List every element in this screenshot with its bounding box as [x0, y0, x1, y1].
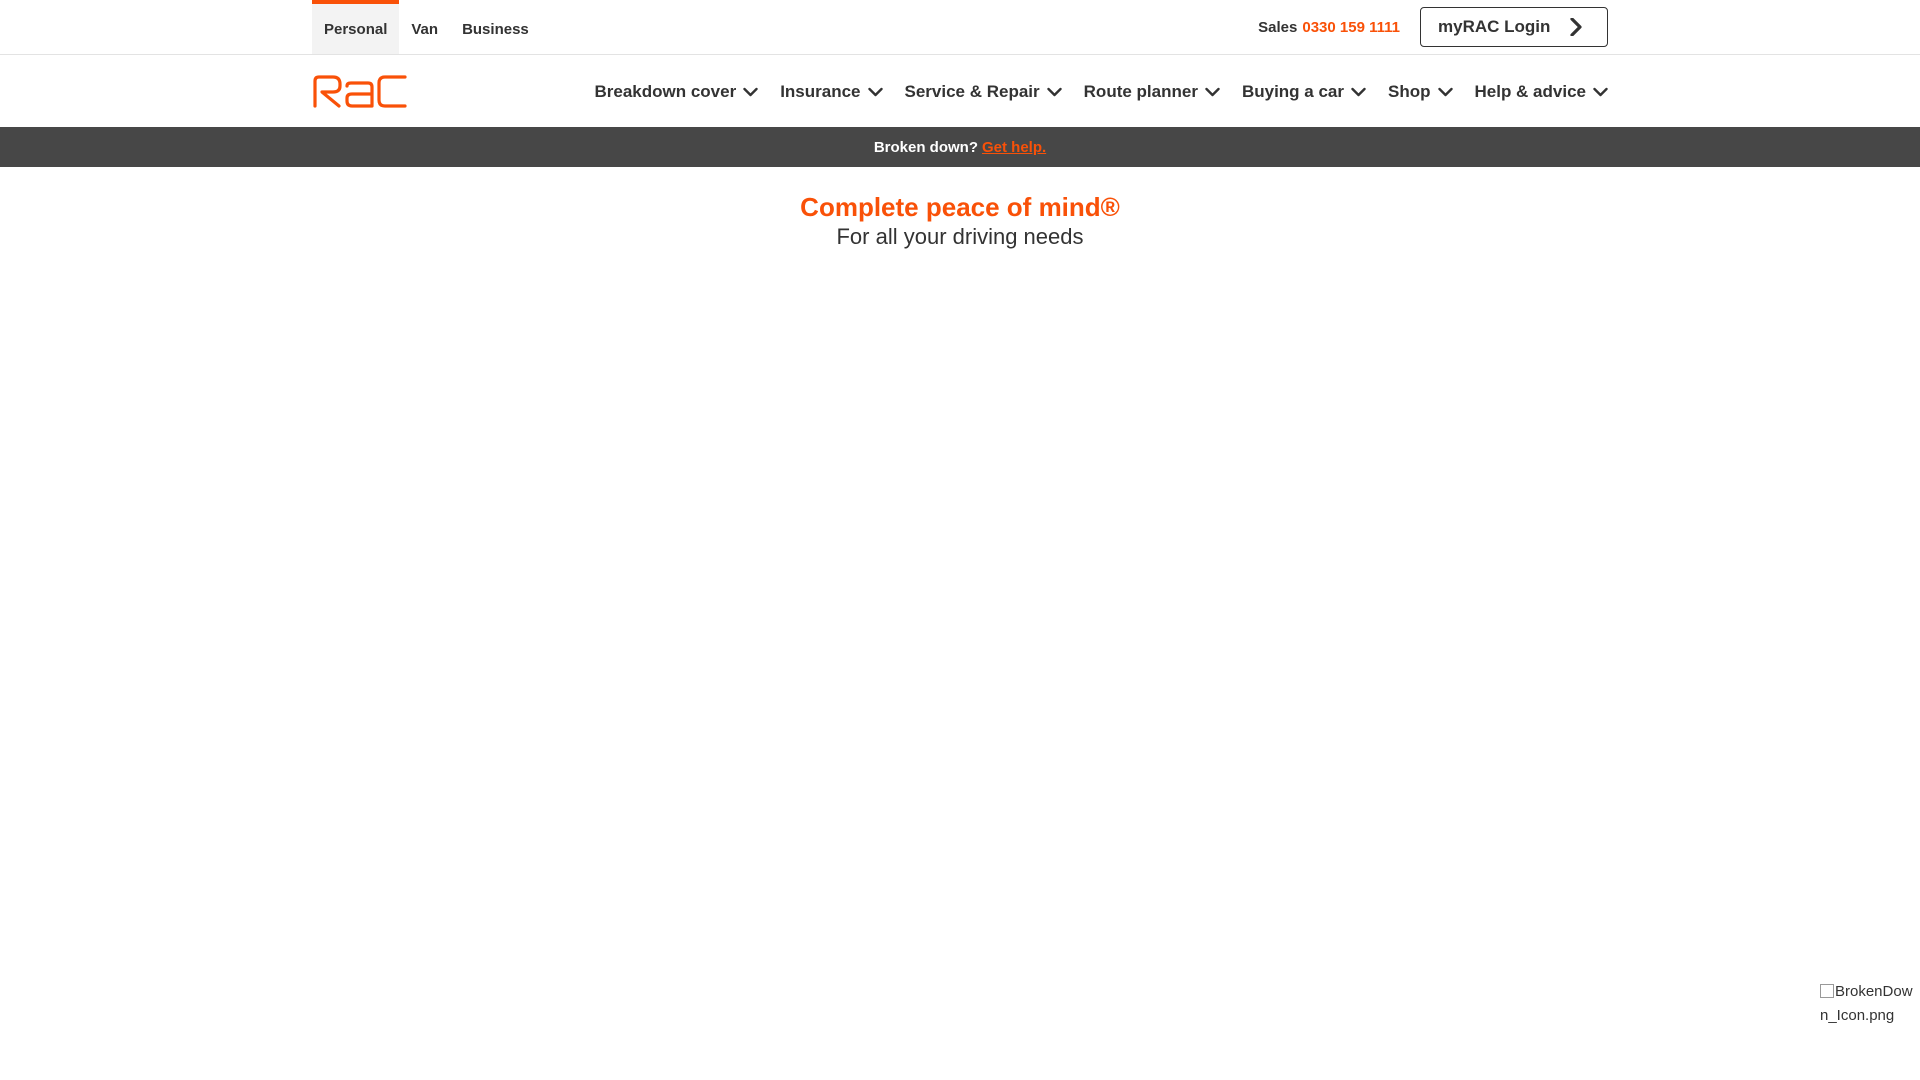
sales-label: Sales: [1258, 18, 1298, 36]
nav-item-insurance[interactable]: Insurance: [780, 82, 883, 102]
rac-logo: [313, 75, 407, 108]
myrac-login-button[interactable]: myRAC Login: [1420, 7, 1608, 47]
nav-item-label: Buying a car: [1241, 82, 1344, 101]
nav-item-buying-a-car[interactable]: Buying a car: [1242, 82, 1366, 102]
hero-section: Complete peace of mind® For all your dri…: [0, 167, 1920, 251]
hero-title: Complete peace of mind®: [800, 192, 1120, 222]
nav-item-shop[interactable]: Shop: [1388, 82, 1453, 102]
utility-bar: Personal Van Business Sales 0330 159 111…: [0, 0, 1920, 55]
nav-item-breakdown-cover[interactable]: Breakdown cover: [594, 82, 758, 102]
chevron-down-icon: [1046, 87, 1062, 97]
nav-item-label: Route planner: [1083, 82, 1198, 101]
rac-logo-link[interactable]: [312, 74, 408, 108]
hero-subtitle: For all your driving needs: [836, 224, 1084, 249]
chevron-right-icon: [1570, 18, 1582, 36]
nav-item-label: Help & advice: [1474, 82, 1587, 101]
chevron-down-icon: [867, 87, 883, 97]
chevron-down-icon: [1593, 87, 1608, 97]
segment-tabs: Personal Van Business: [312, 0, 541, 54]
chevron-down-icon: [1205, 87, 1220, 97]
segment-tab-business[interactable]: Business: [450, 0, 541, 54]
segment-tab-van[interactable]: Van: [399, 0, 450, 54]
broken-down-floating-button[interactable]: BrokenDown_Icon.png: [1820, 980, 1920, 1028]
segment-tab-label: Personal: [324, 20, 388, 38]
broken-image-icon: [1820, 984, 1834, 998]
alert-text: Broken down?: [873, 138, 978, 156]
segment-tab-label: Business: [462, 20, 529, 38]
nav-item-route-planner[interactable]: Route planner: [1084, 82, 1220, 102]
main-navigation-inner: Breakdown cover Insurance Service & Repa…: [312, 55, 1608, 127]
nav-item-service-repair[interactable]: Service & Repair: [905, 82, 1062, 102]
breakdown-alert-bar: Broken down? Get help.: [0, 127, 1920, 167]
login-button-label: myRAC Login: [1438, 17, 1551, 36]
main-navigation: Breakdown cover Insurance Service & Repa…: [0, 55, 1920, 127]
primary-nav-menu: Breakdown cover Insurance Service & Repa…: [594, 82, 1608, 102]
nav-item-label: Shop: [1388, 82, 1431, 101]
sales-contact: Sales 0330 159 1111: [1258, 19, 1400, 36]
segment-tab-personal[interactable]: Personal: [312, 0, 400, 54]
chevron-down-icon: [743, 87, 758, 97]
nav-item-label: Service & Repair: [904, 82, 1040, 101]
utility-bar-inner: Personal Van Business Sales 0330 159 111…: [312, 0, 1608, 54]
get-help-link[interactable]: Get help.: [982, 139, 1046, 156]
segment-tab-label: Van: [411, 20, 439, 38]
sales-phone-link[interactable]: 0330 159 1111: [1302, 19, 1400, 36]
nav-item-label: Breakdown cover: [594, 82, 737, 101]
chevron-down-icon: [1437, 87, 1453, 97]
chevron-down-icon: [1351, 87, 1366, 97]
nav-item-help-advice[interactable]: Help & advice: [1475, 82, 1609, 102]
nav-item-label: Insurance: [780, 82, 861, 101]
utility-right: Sales 0330 159 1111 myRAC Login: [1258, 0, 1608, 54]
